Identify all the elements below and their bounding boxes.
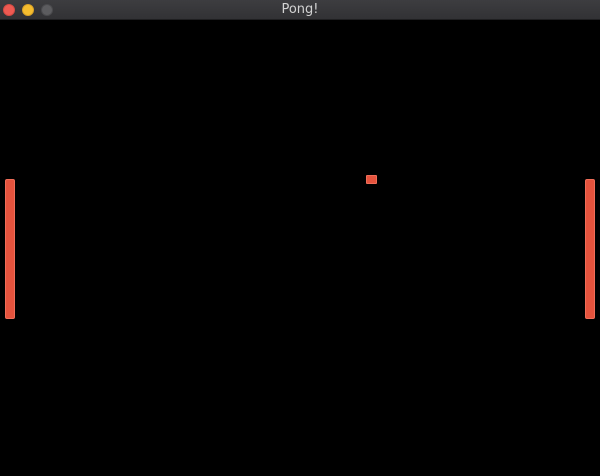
- title-bar[interactable]: Pong!: [0, 0, 600, 20]
- right-paddle: [585, 179, 595, 319]
- ball: [366, 175, 377, 184]
- game-canvas[interactable]: [0, 20, 600, 476]
- window-title: Pong!: [281, 2, 319, 17]
- game-window: Pong!: [0, 0, 600, 476]
- left-paddle: [5, 179, 15, 319]
